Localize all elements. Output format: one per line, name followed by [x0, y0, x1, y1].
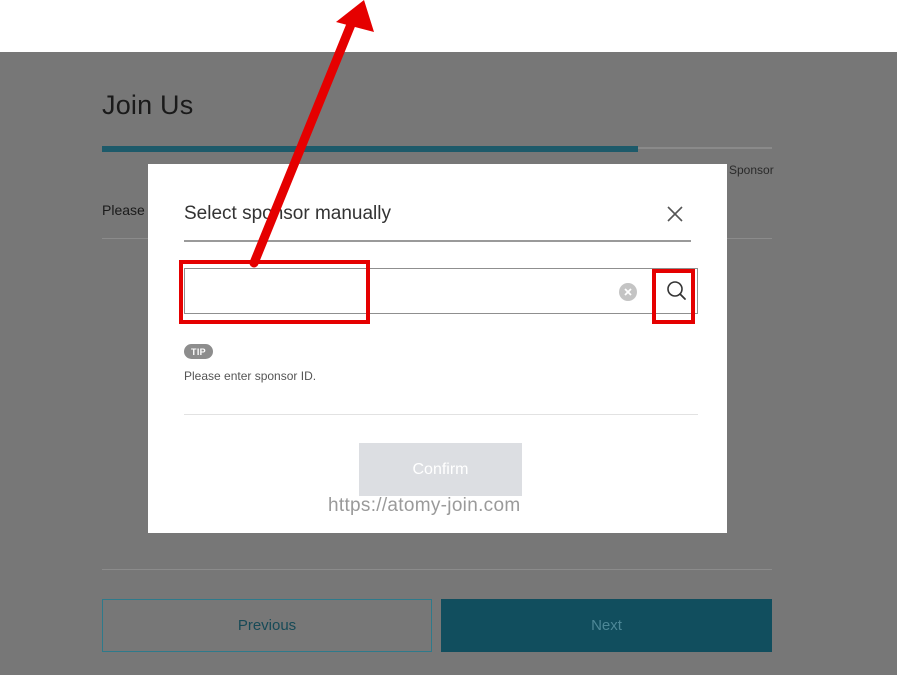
- progress-fill: [102, 146, 638, 152]
- top-strip: [0, 0, 897, 52]
- title-divider: [184, 240, 691, 242]
- sponsor-modal: Select sponsor manually TIP Please enter…: [148, 164, 727, 533]
- confirm-button[interactable]: Confirm: [359, 443, 522, 496]
- page-title: Join Us: [102, 90, 194, 120]
- close-icon: [667, 206, 683, 222]
- page-divider: [102, 569, 772, 570]
- modal-title: Select sponsor manually: [184, 203, 391, 224]
- step-label: Sponsor: [729, 163, 774, 177]
- input-highlight-box: [179, 260, 370, 324]
- tip-badge: TIP: [184, 344, 213, 359]
- content-divider: [184, 414, 698, 415]
- tip-text: Please enter sponsor ID.: [184, 369, 317, 383]
- watermark: https://atomy-join.com: [328, 495, 521, 516]
- previous-button[interactable]: Previous: [102, 599, 432, 652]
- close-button[interactable]: [664, 203, 686, 225]
- next-button[interactable]: Next: [441, 599, 772, 652]
- clear-button[interactable]: [619, 283, 637, 301]
- search-highlight-box: [652, 269, 695, 324]
- clear-icon: [624, 288, 632, 296]
